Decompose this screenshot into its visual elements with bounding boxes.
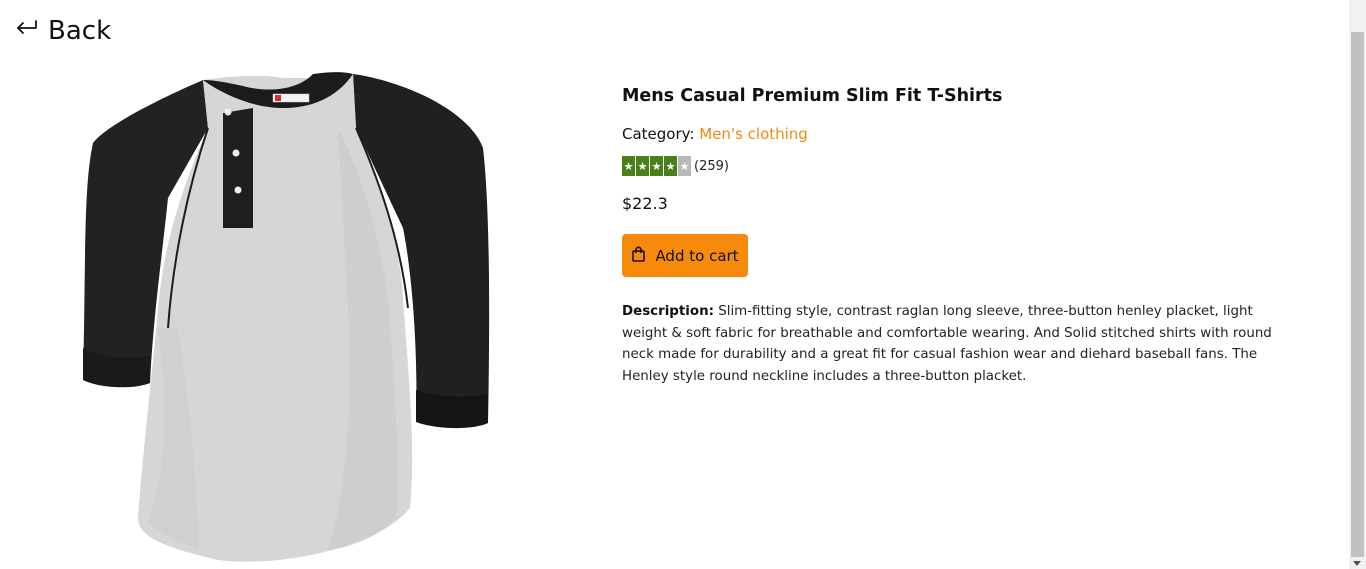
return-arrow-icon xyxy=(14,14,40,47)
star-icon: ★ xyxy=(650,156,663,176)
back-label: Back xyxy=(48,15,112,46)
vertical-scrollbar[interactable] xyxy=(1349,0,1366,569)
description-label: Description: xyxy=(622,304,714,319)
product-rating: ★ ★ ★ ★ ★ (259) xyxy=(622,156,1272,176)
product-price: $22.3 xyxy=(622,194,668,213)
add-to-cart-label: Add to cart xyxy=(655,246,739,265)
back-link[interactable]: Back xyxy=(14,14,111,47)
shopping-bag-icon xyxy=(631,246,646,266)
rating-count: (259) xyxy=(694,158,729,174)
product-description: Description: Slim-fitting style, contras… xyxy=(622,301,1272,387)
product-title: Mens Casual Premium Slim Fit T-Shirts xyxy=(622,86,1003,106)
product-image xyxy=(78,68,498,568)
star-empty-icon: ★ xyxy=(678,156,691,176)
product-category: Category: Men's clothing xyxy=(622,125,1272,143)
star-icon: ★ xyxy=(622,156,635,176)
product-details: Mens Casual Premium Slim Fit T-Shirts Ca… xyxy=(622,86,1272,387)
category-label: Category: xyxy=(622,125,695,143)
scroll-down-arrow-icon[interactable] xyxy=(1353,561,1361,566)
star-rating: ★ ★ ★ ★ ★ xyxy=(622,156,691,176)
add-to-cart-button[interactable]: Add to cart xyxy=(622,234,748,277)
description-text: Slim-fitting style, contrast raglan long… xyxy=(622,304,1272,384)
scrollbar-thumb[interactable] xyxy=(1351,32,1364,557)
star-icon: ★ xyxy=(636,156,649,176)
category-link[interactable]: Men's clothing xyxy=(699,125,808,143)
star-icon: ★ xyxy=(664,156,677,176)
